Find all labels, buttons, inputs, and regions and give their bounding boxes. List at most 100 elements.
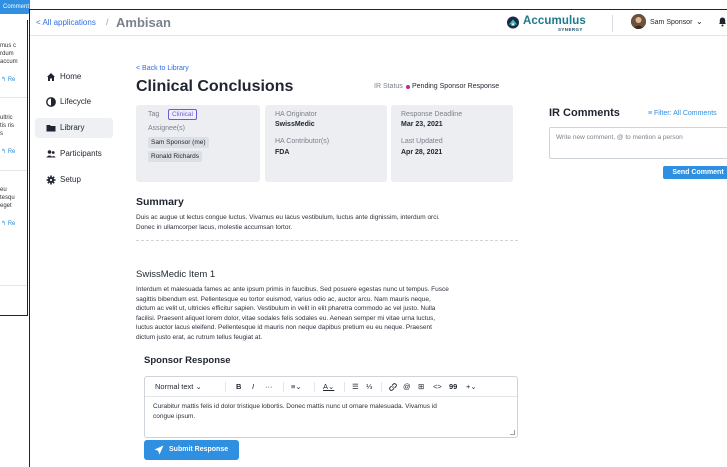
send-comment-button[interactable]: Send Comment	[663, 166, 727, 179]
numbered-list-icon[interactable]: ⅓	[366, 382, 372, 391]
item-line: facilisi. Praesent aliquet lorem dolor, …	[136, 314, 436, 322]
background-reply-link[interactable]: ↰ Re	[1, 148, 15, 155]
background-snippet: mus c	[0, 43, 17, 49]
assignee-label: Assignee(s)	[148, 125, 185, 132]
accumulus-mark-icon	[507, 16, 519, 29]
folder-icon	[46, 125, 56, 132]
chevron-down-icon[interactable]: ⌄	[696, 17, 703, 26]
ir-comments-heading: IR Comments	[549, 107, 620, 119]
resize-handle[interactable]	[510, 430, 515, 435]
avatar[interactable]	[631, 14, 646, 29]
sidebar-item-participants[interactable]: Participants	[35, 144, 113, 164]
background-reply-label: Re	[7, 77, 16, 83]
app-title: Ambisan	[116, 15, 171, 30]
sidebar-item-lifecycle[interactable]: Lifecycle	[35, 92, 113, 112]
background-reply-link[interactable]: ↰ Re	[1, 76, 15, 83]
sidebar-item-label: Home	[60, 72, 82, 81]
brand-name: Accumulus	[523, 15, 586, 27]
comment-filter[interactable]: ≡ Filter: All Comments	[648, 110, 717, 117]
user-name[interactable]: Sam Sponsor	[650, 19, 692, 26]
ha-originator-value: SwissMedic	[275, 121, 315, 128]
response-line: congue ipsum.	[153, 412, 196, 420]
tag-badge[interactable]: Clinical	[168, 109, 197, 120]
brand-subtitle: SYNERGY	[558, 27, 583, 32]
app-window: < All applications / Ambisan Accumulus S…	[29, 9, 727, 467]
code-icon[interactable]: <>	[433, 382, 442, 391]
toolbar-divider	[283, 382, 284, 392]
sidebar-item-library[interactable]: Library	[35, 118, 113, 138]
text-color-button[interactable]: A⌄	[323, 382, 334, 391]
deadline-label: Response Deadline	[401, 111, 463, 118]
users-icon	[46, 150, 56, 158]
filter-label: Filter: All Comments	[654, 110, 717, 117]
assignee-chip[interactable]: Sam Sponsor (me)	[148, 137, 209, 148]
italic-button[interactable]: I	[252, 382, 254, 391]
all-applications-link[interactable]: < All applications	[36, 18, 96, 27]
align-button[interactable]: ≡⌄	[291, 382, 302, 391]
top-bar: < All applications / Ambisan Accumulus S…	[30, 10, 727, 36]
comment-input[interactable]: Write new comment, @ to mention a person	[549, 127, 727, 159]
background-divider	[0, 285, 27, 286]
text-style-label: Normal text	[155, 382, 194, 391]
ha-originator-label: HA Originator	[275, 111, 318, 118]
assignee-chip[interactable]: Ronald Richards	[148, 151, 203, 162]
send-icon	[154, 445, 164, 455]
text-style-select[interactable]: Normal text ⌄	[155, 382, 202, 391]
home-icon	[47, 73, 55, 81]
bullet-list-icon[interactable]: ☰	[352, 382, 359, 391]
submit-response-button[interactable]: Submit Response	[144, 440, 239, 460]
breadcrumb-separator: /	[106, 17, 109, 27]
background-divider	[0, 97, 27, 98]
background-reply-label: Re	[7, 221, 16, 227]
more-formatting-button[interactable]: ···	[265, 382, 273, 391]
item-line: dictum justo erat, ac rutrum tellus feug…	[136, 333, 263, 341]
item-heading: SwissMedic Item 1	[136, 269, 216, 280]
item-line: dictum ac velit ut, ultricies efficitur …	[136, 305, 436, 312]
background-reply-link[interactable]: ↰ Re	[1, 220, 15, 227]
insert-button[interactable]: +⌄	[466, 382, 477, 391]
status-badge: Pending Sponsor Response	[412, 83, 500, 90]
background-snippet: s	[0, 131, 3, 137]
avatar-image	[631, 14, 646, 29]
ha-contributor-label: HA Contributor(s)	[275, 138, 330, 145]
sidebar-item-setup[interactable]: Setup	[35, 170, 113, 190]
submit-response-label: Submit Response	[169, 446, 229, 453]
section-divider	[136, 240, 518, 241]
quote-icon[interactable]: 99	[449, 382, 457, 391]
deadline-value: Mar 23, 2021	[401, 121, 443, 128]
sidebar-item-home[interactable]: Home	[35, 67, 113, 87]
mention-button[interactable]: @	[403, 382, 411, 391]
chevron-down-icon: ⌄	[295, 382, 302, 391]
response-editor[interactable]: Normal text ⌄ B I ··· ≡⌄ A⌄ ☰ ⅓ @ ⊞ <> 9…	[144, 376, 518, 438]
comment-placeholder: Write new comment, @ to mention a person	[556, 134, 683, 141]
table-icon[interactable]: ⊞	[418, 382, 424, 391]
item-line: luctus auctor lacus eleifend. Pellentesq…	[136, 324, 432, 331]
sidebar-item-label: Lifecycle	[60, 97, 92, 106]
background-snippet: accum	[0, 59, 18, 65]
toolbar-divider	[344, 382, 345, 392]
background-snippet: rdum	[0, 51, 14, 57]
background-snippet: tis ris	[0, 123, 14, 129]
header-divider	[612, 15, 613, 32]
item-line: Interdum et malesuada fames ac ante ipsu…	[136, 286, 449, 293]
tag-label: Tag	[148, 111, 160, 118]
chevron-down-icon: ⌄	[328, 382, 335, 391]
background-snippet: ultric	[0, 115, 13, 121]
summary-text: Duis ac augue ut lectus congue luctus. V…	[136, 213, 526, 232]
chevron-down-icon: ⌄	[195, 382, 202, 391]
bold-button[interactable]: B	[236, 382, 241, 391]
item-text: Interdum et malesuada fames ac ante ipsu…	[136, 285, 528, 342]
sidebar-item-label: Setup	[60, 175, 81, 184]
toolbar-divider	[381, 382, 382, 392]
background-snippet: tesqu	[0, 195, 15, 201]
link-icon[interactable]	[389, 383, 397, 391]
response-text[interactable]: Curabitur mattis felis id dolor tristiqu…	[153, 402, 513, 421]
background-snippet: eu	[0, 187, 7, 193]
summary-line: Donec in ullamcorper lacus, molestie acc…	[136, 223, 293, 231]
last-updated-value: Apr 28, 2021	[401, 149, 443, 156]
bell-icon[interactable]	[718, 16, 727, 27]
background-comment-button[interactable]: Comment	[0, 0, 30, 14]
background-window: Comment mus c rdum accum ↰ Re ultric tis…	[0, 0, 30, 467]
back-to-library-link[interactable]: < Back to Library	[136, 65, 189, 72]
editor-toolbar: Normal text ⌄ B I ··· ≡⌄ A⌄ ☰ ⅓ @ ⊞ <> 9…	[145, 377, 517, 397]
